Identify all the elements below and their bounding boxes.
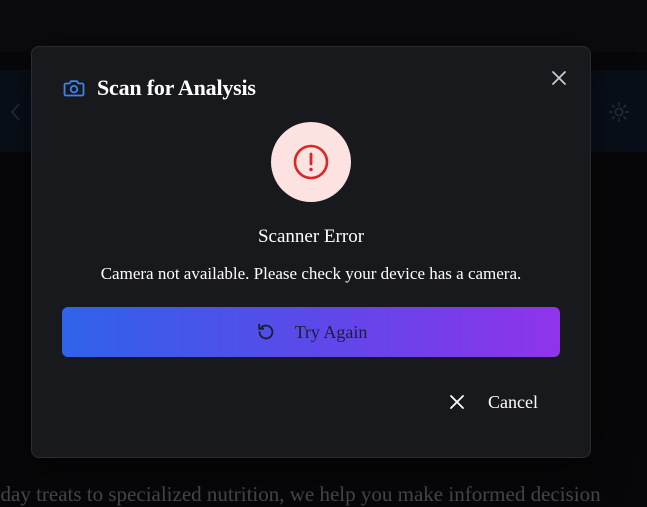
cancel-button[interactable]: Cancel [448, 387, 538, 417]
cancel-label: Cancel [488, 391, 538, 412]
close-icon [450, 395, 464, 409]
modal-header: Scan for Analysis [62, 75, 256, 101]
modal-title: Scan for Analysis [97, 75, 256, 100]
error-message: Camera not available. Please check your … [100, 264, 522, 283]
close-icon[interactable] [548, 67, 570, 89]
error-badge [271, 122, 351, 202]
retry-icon [257, 323, 273, 340]
try-again-label: Try Again [294, 321, 368, 342]
error-heading: Scanner Error [257, 226, 365, 247]
alert-circle-icon [293, 144, 329, 180]
scan-modal: Scan for Analysis Scanner Error Camera n… [31, 46, 591, 458]
camera-icon [63, 80, 85, 97]
try-again-button[interactable]: Try Again [62, 307, 560, 357]
